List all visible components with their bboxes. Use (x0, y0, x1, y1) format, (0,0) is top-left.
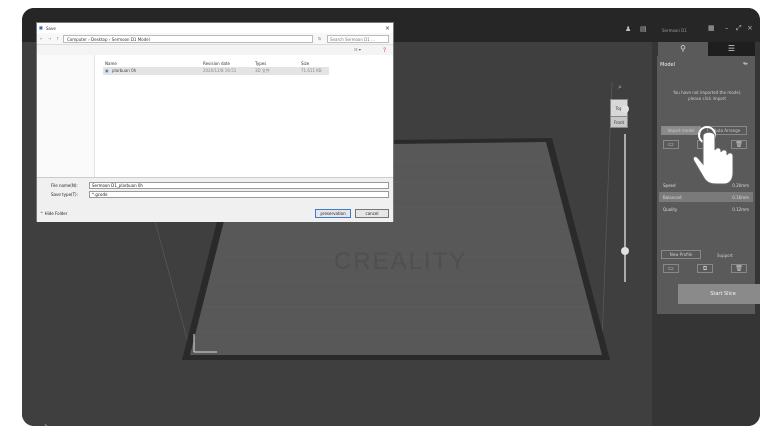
file-name: plarbuan 0h (112, 68, 137, 73)
file-list[interactable]: Name Revision date Types Size ▣ plarbuan… (95, 55, 393, 177)
cancel-button[interactable]: cancel (355, 209, 389, 218)
user-icon[interactable]: ♟ (625, 26, 631, 33)
path-text: Computer › Desktop › Sermoon D1 Model (67, 37, 150, 42)
support-label[interactable]: Support (717, 253, 733, 258)
navigation-pane[interactable] (37, 55, 95, 177)
profile-row-quality[interactable]: Quality 0.12mm (659, 204, 753, 214)
save-type-label: Save type(T): (51, 192, 78, 197)
refresh-icon[interactable]: ↻ (318, 36, 321, 41)
profile-row-balanced[interactable]: Balanced 0.16mm (659, 192, 753, 202)
save-type-select[interactable]: *.gcode (89, 191, 389, 198)
dialog-footer: File name(N): Sermoon D1_plarbuan 0h Sav… (37, 177, 393, 222)
profile-name: Quality (663, 207, 678, 212)
file-name-value: Sermoon D1_plarbuan 0h (92, 183, 143, 188)
address-bar: ← → ↑ Computer › Desktop › Sermoon D1 Mo… (37, 33, 393, 45)
dialog-close-icon[interactable]: × (385, 25, 390, 32)
tab-preview[interactable]: ☰ (708, 42, 755, 56)
column-date[interactable]: Revision date (203, 61, 230, 66)
zoom-icon[interactable]: ⌕ (618, 83, 622, 92)
hide-folder-label: Hide Folder (44, 211, 68, 216)
open-folder-icon[interactable]: ▭ (663, 140, 679, 149)
new-profile-button[interactable]: New Profile (661, 250, 701, 259)
search-icon: ⚲ (680, 44, 686, 53)
model-heading: Model (660, 62, 676, 68)
search-placeholder: Search Sermoon D1 ... (330, 37, 375, 42)
no-model-message: You have not imported the model, please … (672, 90, 742, 101)
profile-value: 0.16mm (732, 195, 749, 200)
forward-icon[interactable]: → (48, 36, 51, 41)
profile-name: Speed (663, 183, 676, 188)
layer-slider-bottom-handle[interactable] (621, 247, 629, 255)
app-window: ♟ ▤ Sermoon D1 ▦ – ⤢ × CREALITY ⌕ Top Fr… (22, 8, 760, 426)
maximize-icon[interactable]: ⤢ (736, 25, 742, 32)
back-icon[interactable]: ← (40, 36, 43, 41)
file-name-label: File name(N): (51, 183, 78, 188)
file-icon: ▣ (105, 68, 109, 73)
search-input[interactable]: Search Sermoon D1 ... (327, 35, 389, 43)
delete-profile-icon[interactable]: 🗑 (731, 264, 747, 273)
preservation-button[interactable]: preservation (315, 209, 351, 218)
tab-prepare[interactable]: ⚲ (658, 42, 708, 56)
view-options-icon[interactable]: ☷ ▾ (354, 47, 361, 52)
app-icon: ■ (39, 25, 43, 30)
file-name-field[interactable]: Sermoon D1_plarbuan 0h (89, 182, 389, 189)
column-name[interactable]: Name (105, 61, 117, 66)
table-row[interactable]: ▣ plarbuan 0h 2020/12/8 16:51 3D 文件 71,6… (103, 67, 329, 75)
layers-icon: ☰ (727, 44, 736, 53)
file-type: 3D 文件 (255, 68, 270, 73)
save-type-value: *.gcode (92, 192, 108, 197)
up-icon[interactable]: ↑ (56, 36, 59, 41)
pointer-hand-icon (692, 126, 734, 185)
profile-value: 0.12mm (732, 207, 749, 212)
start-slice-button[interactable]: Start Slice (678, 284, 760, 304)
layer-slider-top-handle[interactable] (621, 105, 629, 113)
file-size: 71,611 KB (301, 68, 322, 73)
right-panel: ⚲ ☰ Model ▾▸ You have not imported the m… (652, 42, 760, 426)
dialog-title: Save (46, 26, 56, 31)
dialog-toolbar: ☷ ▾ ❓ (37, 45, 393, 55)
close-icon[interactable]: × (747, 25, 753, 32)
account-label[interactable]: Sermoon D1 (662, 28, 687, 33)
layer-slider[interactable] (624, 134, 626, 282)
save-dialog: ■ Save × ← → ↑ Computer › Desktop › Serm… (36, 22, 394, 222)
import-profile-icon[interactable]: ▭ (663, 264, 679, 273)
hide-folder-toggle[interactable]: ^ Hide Folder (40, 211, 67, 216)
dialog-title-bar: ■ Save × (37, 23, 393, 33)
grid-icon[interactable]: ▦ (708, 25, 715, 32)
file-date: 2020/12/8 16:51 (203, 68, 237, 73)
duplicate-profile-icon[interactable]: ⧉ (697, 264, 713, 273)
profile-name: Balanced (663, 195, 682, 200)
brand-watermark: CREALITY (334, 248, 468, 275)
column-size[interactable]: Size (301, 61, 309, 66)
column-type[interactable]: Types (255, 61, 266, 66)
axis-indicator-icon: ⦣ (44, 418, 53, 426)
minimize-icon[interactable]: – (725, 25, 729, 32)
view-cube-front[interactable]: Front (610, 116, 628, 128)
collapse-icon[interactable]: ▾▸ (743, 61, 748, 67)
help-icon[interactable]: ❓ (382, 47, 387, 52)
path-field[interactable]: Computer › Desktop › Sermoon D1 Model (63, 35, 313, 43)
device-icon[interactable]: ▤ (640, 26, 647, 33)
